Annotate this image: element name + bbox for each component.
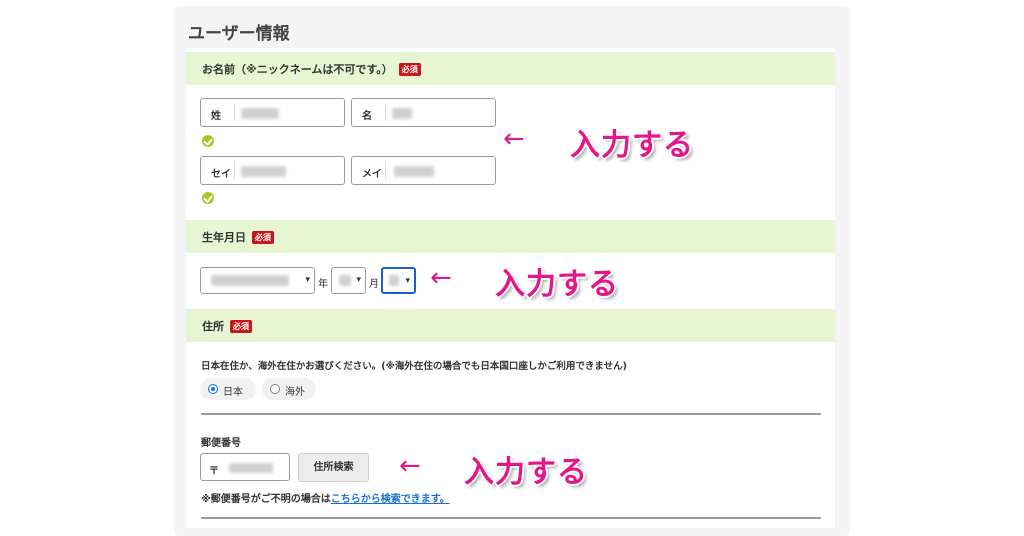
annotation-text: 入力する xyxy=(570,128,694,163)
annotation-text: 入力する xyxy=(495,267,619,302)
redacted-value xyxy=(394,166,434,177)
last-name-field[interactable]: 姓 xyxy=(200,98,345,127)
residence-question: 日本在住か、海外在住かお選びください。(※海外在住の場合でも日本国口座しかご利用… xyxy=(201,361,627,372)
name-section-header: お名前（※ニックネームは不可です。） 必須 xyxy=(186,52,835,85)
address-label: 住所 xyxy=(202,320,224,333)
annotation-text: 入力する xyxy=(464,455,588,490)
postal-label: 郵便番号 xyxy=(201,438,241,449)
radio-japan[interactable]: 日本 xyxy=(200,378,256,400)
chevron-down-icon: ▾ xyxy=(356,275,361,285)
redacted-value xyxy=(389,275,399,286)
chevron-down-icon: ▾ xyxy=(405,276,410,286)
required-badge: 必須 xyxy=(398,63,421,76)
first-name-field[interactable]: 名 xyxy=(351,98,496,127)
valid-check-icon xyxy=(202,192,214,204)
postal-mark-icon: 〒 xyxy=(209,466,219,477)
radio-japan-label: 日本 xyxy=(223,387,243,398)
last-name-label: 姓 xyxy=(211,111,221,122)
radio-unselected-icon xyxy=(270,384,280,394)
name-label: お名前（※ニックネームは不可です。） xyxy=(202,63,393,76)
valid-check-icon xyxy=(202,135,214,147)
first-name-label: 名 xyxy=(362,111,372,122)
birth-year-select[interactable]: ▾ xyxy=(200,267,315,294)
annotation-arrow-icon: ← xyxy=(399,451,421,481)
year-unit: 年 xyxy=(318,279,328,290)
address-search-button[interactable]: 住所検索 xyxy=(298,453,369,482)
chevron-down-icon: ▾ xyxy=(305,275,310,285)
required-badge: 必須 xyxy=(230,320,252,333)
redacted-value xyxy=(392,108,412,119)
last-kana-field[interactable]: セイ xyxy=(200,156,345,185)
birthdate-section-header: 生年月日 必須 xyxy=(186,220,835,253)
required-badge: 必須 xyxy=(252,231,274,244)
postal-code-field[interactable]: 〒 xyxy=(200,453,290,481)
redacted-value xyxy=(241,108,279,119)
redacted-value xyxy=(241,166,286,177)
birthdate-label: 生年月日 xyxy=(202,231,246,244)
birth-day-select[interactable]: ▾ xyxy=(381,267,416,294)
postal-note-text: ※郵便番号がご不明の場合は xyxy=(201,494,331,505)
section-title: ユーザー情報 xyxy=(188,24,290,44)
redacted-value xyxy=(211,275,289,286)
radio-overseas[interactable]: 海外 xyxy=(262,378,316,400)
first-kana-label: メイ xyxy=(362,169,382,180)
postal-search-link[interactable]: こちらから検索できます。 xyxy=(331,494,450,505)
month-unit: 月 xyxy=(369,279,379,290)
annotation-arrow-icon: ← xyxy=(503,124,525,154)
address-section-header: 住所 必須 xyxy=(186,309,835,342)
divider xyxy=(201,517,821,519)
radio-overseas-label: 海外 xyxy=(285,387,305,398)
redacted-value xyxy=(339,275,351,286)
radio-selected-icon xyxy=(208,384,218,394)
birth-month-select[interactable]: ▾ xyxy=(331,267,366,294)
divider xyxy=(201,413,821,415)
postal-note: ※郵便番号がご不明の場合はこちらから検索できます。 xyxy=(201,490,450,505)
first-kana-field[interactable]: メイ xyxy=(351,156,496,185)
annotation-arrow-icon: ← xyxy=(430,263,452,293)
redacted-value xyxy=(229,463,273,473)
last-kana-label: セイ xyxy=(211,169,231,180)
